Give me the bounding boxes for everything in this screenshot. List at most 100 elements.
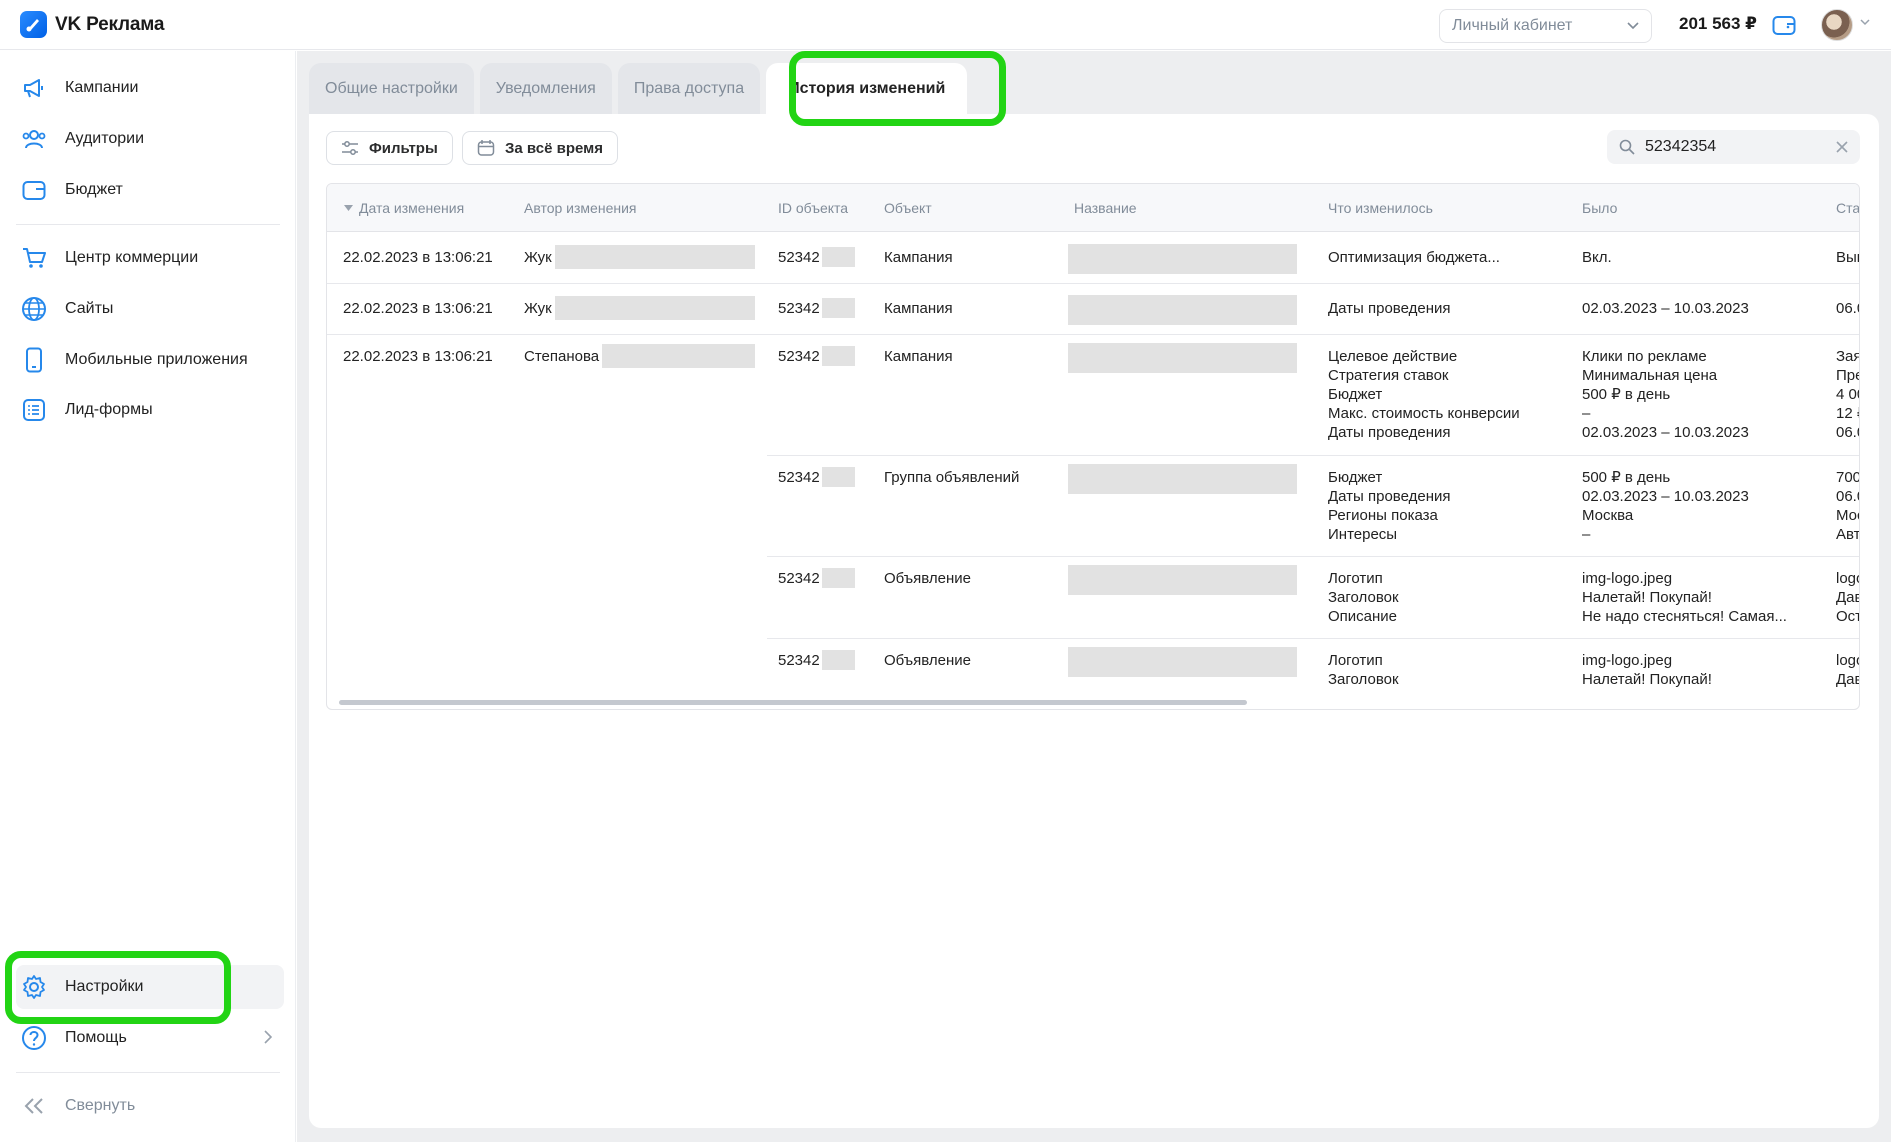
- was-item: 500 ₽ в день: [1582, 386, 1671, 403]
- change-item: Бюджет: [1328, 469, 1383, 486]
- sidebar-item-budget[interactable]: Бюджет: [16, 168, 284, 212]
- cell-date: 22.02.2023 в 13:06:21: [343, 348, 493, 365]
- column-header: Автор изменения: [524, 200, 637, 216]
- now-item: Дав: [1836, 589, 1860, 606]
- now-item: logo: [1836, 570, 1859, 587]
- sort-desc-icon[interactable]: [344, 205, 353, 211]
- tab-notifications[interactable]: Уведомления: [479, 63, 612, 115]
- now-item: 06.0: [1836, 488, 1859, 505]
- filters-button-label: Фильтры: [369, 139, 438, 157]
- sidebar-item-label: Центр коммерции: [65, 249, 199, 266]
- cart-icon: [21, 245, 47, 271]
- redacted-block: [1068, 565, 1297, 595]
- cell-changes: Логотип Заголовок Описание: [1328, 569, 1399, 626]
- search-input[interactable]: 52342354: [1607, 130, 1860, 164]
- sidebar-item-campaigns[interactable]: Кампании: [16, 66, 284, 110]
- app-name: VK Реклама: [55, 13, 165, 35]
- vk-logo-icon: [20, 11, 47, 38]
- cell-id: 52342: [778, 348, 820, 365]
- cell-id: 52342: [778, 249, 820, 266]
- main-area: Общие настройки Уведомления Права доступ…: [297, 51, 1891, 1142]
- was-item: Минимальная цена: [1582, 367, 1718, 384]
- sidebar-item-help[interactable]: Помощь: [16, 1016, 284, 1060]
- smartphone-icon: [21, 347, 47, 373]
- redacted-block: [1068, 464, 1297, 494]
- tab-general-settings[interactable]: Общие настройки: [309, 63, 474, 115]
- now-item: Зая: [1836, 348, 1860, 365]
- column-header: ID объекта: [778, 200, 849, 216]
- cell-author: Жук: [524, 300, 552, 317]
- sidebar-item-mobile-apps[interactable]: Мобильные приложения: [16, 338, 284, 382]
- now-item: Пре: [1836, 367, 1859, 384]
- cell-changes: Даты проведения: [1328, 300, 1451, 317]
- avatar[interactable]: [1821, 9, 1853, 41]
- wallet-icon[interactable]: [1772, 14, 1796, 36]
- cell-now: 700 06.0 Мос Авт: [1836, 468, 1860, 544]
- globe-icon: [21, 296, 47, 322]
- search-icon: [1619, 139, 1635, 155]
- sidebar-collapse[interactable]: Свернуть: [16, 1084, 284, 1128]
- redacted-block: [822, 650, 855, 670]
- cell-object: Кампания: [884, 249, 953, 266]
- list-icon: [21, 397, 47, 423]
- cell-now: Зая Пре 4 00 12 ₽ 06.0: [1836, 347, 1860, 442]
- sidebar-item-audiences[interactable]: Аудитории: [16, 117, 284, 161]
- close-icon[interactable]: [1836, 141, 1848, 153]
- redacted-block: [1068, 647, 1297, 677]
- tab-change-history[interactable]: История изменений: [766, 63, 968, 115]
- history-table: Дата изменения Автор изменения ID объект…: [326, 183, 1860, 710]
- sidebar-item-label: Бюджет: [65, 181, 123, 198]
- change-item: Бюджет: [1328, 386, 1383, 403]
- search-value: 52342354: [1645, 138, 1717, 155]
- chevron-right-icon: [264, 1030, 272, 1044]
- change-item: Заголовок: [1328, 589, 1399, 606]
- sidebar: Кампании Аудитории Бюджет Центр коммерци…: [0, 51, 296, 1142]
- column-header[interactable]: Дата изменения: [359, 200, 464, 216]
- now-item: 700: [1836, 469, 1860, 486]
- change-item: Целевое действие: [1328, 348, 1458, 365]
- filters-button[interactable]: Фильтры: [326, 131, 453, 165]
- calendar-icon: [477, 140, 495, 156]
- cell-author: Жук: [524, 249, 552, 266]
- help-icon: [21, 1025, 47, 1051]
- sidebar-item-settings[interactable]: Настройки: [16, 965, 284, 1009]
- account-selector[interactable]: Личный кабинет: [1439, 9, 1652, 43]
- sidebar-item-commerce[interactable]: Центр коммерции: [16, 236, 284, 280]
- redacted-block: [822, 298, 855, 318]
- horizontal-scrollbar[interactable]: [339, 700, 1247, 705]
- sidebar-item-label: Настройки: [65, 978, 144, 995]
- was-item: Москва: [1582, 507, 1634, 524]
- balance: 201 563 ₽: [1679, 14, 1758, 33]
- change-item: Интересы: [1328, 526, 1398, 543]
- sidebar-item-label: Лид-формы: [65, 401, 153, 418]
- column-header: Было: [1582, 200, 1618, 216]
- sidebar-item-label: Сайты: [65, 300, 114, 317]
- table-header: Дата изменения Автор изменения ID объект…: [327, 184, 1859, 232]
- sidebar-item-lead-forms[interactable]: Лид-формы: [16, 388, 284, 432]
- app-logo[interactable]: VK Реклама: [20, 11, 164, 38]
- row-divider: [767, 455, 1859, 456]
- sidebar-item-label: Аудитории: [65, 130, 145, 147]
- was-item: Клики по рекламе: [1582, 348, 1707, 365]
- period-button[interactable]: За всё время: [462, 131, 618, 165]
- megaphone-icon: [21, 75, 47, 101]
- change-item: Заголовок: [1328, 671, 1399, 688]
- now-item: Дав: [1836, 671, 1860, 688]
- cell-was: img-logo.jpeg Налетай! Покупай!: [1582, 651, 1712, 689]
- cell-changes: Целевое действие Стратегия ставок Бюджет…: [1328, 347, 1520, 442]
- cell-object: Объявление: [884, 652, 971, 669]
- cell-object: Кампания: [884, 348, 953, 365]
- tab-access-rights[interactable]: Права доступа: [617, 63, 761, 115]
- column-header: Объект: [884, 200, 932, 216]
- now-item: Мос: [1836, 507, 1859, 524]
- was-item: 02.03.2023 – 10.03.2023: [1582, 424, 1749, 441]
- cell-now: Вык: [1836, 249, 1859, 266]
- cell-was: Вкл.: [1582, 249, 1612, 266]
- now-item: logo: [1836, 652, 1859, 669]
- sidebar-divider: [16, 1072, 280, 1073]
- cell-now: logo Дав: [1836, 651, 1860, 689]
- sidebar-item-sites[interactable]: Сайты: [16, 287, 284, 331]
- cell-id: 52342: [778, 300, 820, 317]
- column-header: Название: [1074, 200, 1137, 216]
- chevron-down-icon[interactable]: [1860, 19, 1870, 26]
